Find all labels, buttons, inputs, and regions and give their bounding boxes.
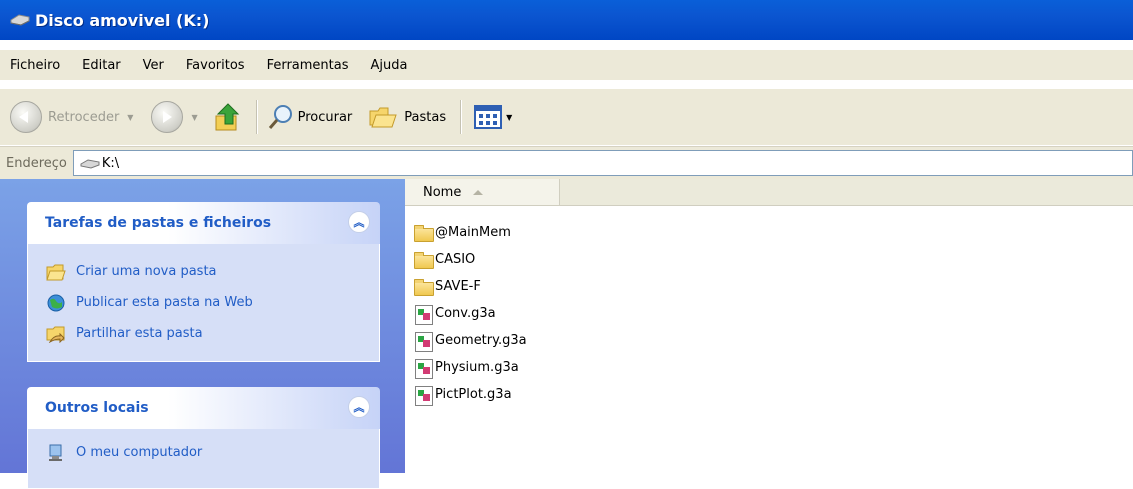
file-list-item[interactable]: Physium.g3a: [413, 354, 527, 381]
folders-label: Pastas: [404, 109, 447, 125]
file-name: Geometry.g3a: [435, 333, 527, 348]
back-dropdown-icon[interactable]: ▼: [127, 113, 133, 122]
address-input[interactable]: K:\: [72, 150, 1133, 176]
file-name: Conv.g3a: [435, 306, 496, 321]
file-list-item[interactable]: @MainMem: [413, 219, 527, 246]
search-button[interactable]: Procurar: [268, 104, 353, 130]
task-label: Publicar esta pasta na Web: [76, 295, 253, 310]
up-button[interactable]: [214, 102, 242, 132]
column-name-label: Nome: [423, 184, 462, 200]
collapse-chevron-icon[interactable]: ︽: [348, 211, 370, 233]
back-button[interactable]: Retroceder ▼: [10, 101, 133, 133]
g3a-file-icon: [413, 304, 433, 325]
panel-header[interactable]: Tarefas de pastas e ficheiros ︽: [27, 202, 380, 244]
new-folder-icon: [46, 263, 66, 281]
file-folder-tasks-panel: Tarefas de pastas e ficheiros ︽ Criar um…: [27, 202, 380, 362]
task-new-folder[interactable]: Criar uma nova pasta: [28, 256, 379, 287]
sort-ascending-icon: [473, 189, 484, 195]
toolbar-separator: [460, 100, 463, 134]
file-list-item[interactable]: CASIO: [413, 246, 527, 273]
toolbar: Retroceder ▼ ▼ Procurar Pastas ▼: [0, 88, 1133, 145]
task-publish-web[interactable]: Publicar esta pasta na Web: [28, 287, 379, 318]
back-label: Retroceder: [48, 109, 120, 125]
file-list-item[interactable]: PictPlot.g3a: [413, 381, 527, 408]
g3a-file-icon: [413, 331, 433, 352]
menu-edit[interactable]: Editar: [71, 58, 132, 73]
file-name: Physium.g3a: [435, 360, 519, 375]
column-header-name[interactable]: Nome: [405, 179, 560, 205]
column-header-bar: Nome: [405, 179, 1133, 206]
address-bar: Endereço K:\: [0, 146, 1133, 179]
file-name: CASIO: [435, 252, 476, 267]
back-arrow-icon: [10, 101, 42, 133]
removable-drive-icon: [9, 13, 31, 27]
task-label: O meu computador: [76, 445, 203, 460]
task-pane: Tarefas de pastas e ficheiros ︽ Criar um…: [0, 179, 405, 489]
panel-title: Outros locais: [45, 400, 149, 416]
panel-body: O meu computador: [27, 429, 380, 489]
folder-icon: [413, 278, 434, 296]
menu-file[interactable]: Ficheiro: [0, 58, 71, 73]
g3a-file-icon: [413, 385, 433, 406]
menu-bar: Ficheiro Editar Ver Favoritos Ferramenta…: [0, 50, 1133, 80]
panel-header[interactable]: Outros locais ︽: [27, 387, 380, 429]
panel-body: Criar uma nova pasta Publicar esta pasta…: [27, 244, 380, 362]
window-title: Disco amovivel (K:): [35, 10, 210, 30]
title-bar[interactable]: Disco amovivel (K:): [0, 0, 1133, 40]
file-name: PictPlot.g3a: [435, 387, 512, 402]
menu-tools[interactable]: Ferramentas: [256, 58, 360, 73]
forward-arrow-icon: [151, 101, 184, 133]
share-folder-icon: [46, 325, 66, 343]
views-button[interactable]: ▼: [474, 104, 512, 130]
folder-icon: [413, 224, 434, 242]
folders-icon: [368, 105, 398, 129]
file-list: @MainMem CASIO SAVE-F Conv.g3a Geometry.g3a P…: [413, 219, 527, 408]
address-value: K:\: [101, 155, 120, 171]
drive-icon: [80, 158, 100, 169]
forward-button[interactable]: ▼: [151, 101, 198, 133]
file-list-item[interactable]: Conv.g3a: [413, 300, 527, 327]
task-label: Partilhar esta pasta: [76, 326, 203, 341]
task-share-folder[interactable]: Partilhar esta pasta: [28, 318, 379, 349]
forward-dropdown-icon[interactable]: ▼: [191, 113, 197, 122]
publish-web-icon: [46, 294, 66, 312]
file-name: @MainMem: [435, 225, 511, 240]
collapse-chevron-icon[interactable]: ︽: [348, 396, 370, 418]
folder-up-icon: [214, 102, 242, 132]
file-name: SAVE-F: [435, 279, 481, 294]
search-icon: [268, 104, 294, 130]
file-list-item[interactable]: Geometry.g3a: [413, 327, 527, 354]
file-pane: Nome @MainMem CASIO SAVE-F Conv.g3a Geometry…: [405, 179, 1133, 473]
task-my-computer[interactable]: O meu computador: [28, 437, 379, 468]
search-label: Procurar: [297, 109, 353, 125]
g3a-file-icon: [413, 358, 433, 379]
folder-icon: [413, 251, 434, 269]
toolbar-separator: [255, 100, 258, 134]
my-computer-icon: [46, 444, 66, 462]
views-dropdown-icon[interactable]: ▼: [506, 113, 512, 122]
other-places-panel: Outros locais ︽ O meu computador: [27, 387, 380, 489]
menu-favorites[interactable]: Favoritos: [175, 58, 256, 73]
menu-help[interactable]: Ajuda: [360, 58, 419, 73]
address-label: Endereço: [6, 155, 67, 171]
file-list-item[interactable]: SAVE-F: [413, 273, 527, 300]
menu-view[interactable]: Ver: [132, 58, 175, 73]
task-label: Criar uma nova pasta: [76, 264, 217, 279]
folders-button[interactable]: Pastas: [368, 105, 446, 129]
panel-title: Tarefas de pastas e ficheiros: [45, 215, 272, 231]
views-grid-icon: [474, 104, 504, 130]
